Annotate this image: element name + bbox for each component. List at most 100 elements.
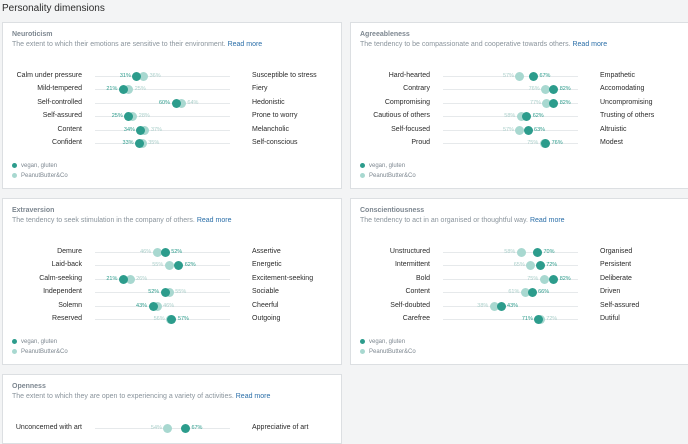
dimension-row: Content 34% 37% Melancholic [3, 124, 341, 136]
trait-label-high: Empathetic [600, 72, 636, 79]
trait-track: 43% 38% [443, 301, 578, 311]
trait-label-high: Self-conscious [252, 139, 298, 146]
read-more-link[interactable]: Read more [236, 393, 271, 400]
peanutbutter-marker [164, 261, 174, 271]
read-more-link[interactable]: Read more [530, 217, 565, 224]
trait-label-high: Accomodating [600, 85, 645, 93]
trait-track: 43% 46% [95, 301, 230, 311]
peanutbutter-percent: 35% [148, 140, 160, 146]
dimension-row: Unconcerned with art 67% 54% Appreciative o… [3, 422, 341, 434]
card-extraversion: Extraversion The tendency to seek stimul… [2, 198, 342, 365]
trait-label-high: Excitement-seeking [252, 274, 314, 282]
vegan-marker [180, 424, 190, 433]
peanutbutter-percent: 28% [138, 113, 150, 120]
dimension-row: Reserved 57% 56% Outgoing [3, 313, 341, 325]
trait-label-low: Contrary [403, 85, 430, 93]
peanutbutter-percent: 46% [163, 302, 175, 309]
card-description: The extent to which their emotions are s… [12, 41, 263, 48]
trait-track: 33% 35% [95, 139, 230, 148]
vegan-percent: 33% [122, 140, 134, 146]
page-title: Personality dimensions [2, 3, 105, 14]
trait-track: 62% 55% [95, 261, 230, 271]
legend-label-vegan: vegan, gluten [21, 163, 58, 170]
legend-dot-peanut [360, 349, 365, 355]
trait-label-low: Content [57, 125, 82, 133]
legend: vegan, gluten PeanutButter&Co [12, 163, 68, 179]
legend-label-peanut: PeanutButter&Co [21, 349, 68, 356]
trait-label-low: Demure [57, 248, 82, 255]
legend-dot-peanut [360, 173, 365, 179]
dimension-row: Cautious of others 62% 58% Trusting of othe… [351, 110, 688, 122]
dimension-row: Calm-seeking 21% 26% Excitement-seeking [3, 273, 341, 285]
peanutbutter-percent: 26% [136, 275, 148, 282]
legend-dot-vegan [12, 339, 17, 344]
peanutbutter-marker [163, 424, 173, 433]
trait-track: 67% 57% [443, 72, 578, 81]
trait-label-low: Cautious of others [373, 112, 430, 120]
vegan-marker [496, 301, 506, 311]
trait-label-low: Bold [415, 274, 430, 282]
card-title: Conscientiousness [360, 207, 425, 214]
dimension-row: Mild-tempered 21% 25% Fiery [3, 83, 341, 95]
legend-label-vegan: vegan, gluten [21, 339, 58, 346]
legend-dot-vegan [360, 163, 365, 168]
trait-label-low: Calm under pressure [16, 72, 82, 79]
trait-label-low: Carefree [402, 315, 430, 322]
vegan-percent: 76% [551, 140, 563, 146]
trait-label-high: Altruistic [600, 125, 627, 133]
legend-dot-vegan [12, 163, 17, 168]
card-description: The tendency to be compassionate and coo… [360, 41, 608, 48]
card-title: Openness [12, 383, 46, 390]
trait-label-high: Fiery [252, 85, 268, 93]
dimension-row: Unstructured 70% 58% Organised [351, 246, 688, 258]
peanutbutter-percent: 38% [477, 302, 489, 309]
trait-label-low: Solemn [58, 301, 82, 309]
peanutbutter-percent: 75% [527, 140, 539, 146]
card-conscientiousness: Conscientiousness The tendency to act in… [350, 198, 688, 365]
peanutbutter-percent: 46% [140, 249, 152, 255]
trait-track: 67% 54% [95, 424, 230, 433]
dimension-row: Solemn 43% 46% Cheerful [3, 300, 341, 312]
dimension-row: Self-assured 25% 28% Prone to worry [3, 110, 341, 122]
trait-label-high: Trusting of others [600, 112, 655, 120]
trait-label-low: Unstructured [389, 248, 430, 255]
trait-track: 66% 61% [443, 288, 578, 298]
trait-label-low: Self-controlled [37, 98, 82, 106]
trait-track: 21% 26% [95, 274, 230, 284]
dimension-row: Carefree 71% 72% Dutiful [351, 313, 688, 325]
vegan-marker [527, 288, 537, 298]
trait-label-high: Appreciative of art [252, 424, 309, 431]
trait-label-high: Hedonistic [252, 98, 285, 106]
peanutbutter-marker [515, 72, 525, 81]
trait-label-high: Uncompromising [600, 98, 653, 106]
dimension-row: Proud 76% 75% Modest [351, 137, 688, 149]
trait-label-high: Assertive [252, 248, 281, 255]
dimension-row: Independent 52% 55% Sociable [3, 286, 341, 298]
vegan-marker [167, 315, 177, 324]
trait-label-high: Outgoing [252, 315, 281, 322]
vegan-marker [541, 139, 551, 148]
trait-label-low: Calm-seeking [39, 274, 82, 282]
trait-label-low: Intermittent [394, 261, 430, 269]
vegan-marker [549, 274, 559, 284]
read-more-link[interactable]: Read more [197, 217, 232, 224]
vegan-marker [533, 248, 542, 257]
read-more-link[interactable]: Read more [228, 41, 263, 48]
peanutbutter-percent: 75% [527, 275, 539, 282]
card-neuroticism: Neuroticism The extent to which their em… [2, 22, 342, 189]
trait-label-high: Cheerful [252, 301, 279, 309]
peanutbutter-percent: 58% [504, 113, 516, 120]
dimension-row: Content 66% 61% Driven [351, 286, 688, 298]
card-title: Extraversion [12, 207, 55, 214]
read-more-link[interactable]: Read more [572, 41, 607, 48]
trait-label-low: Self-doubted [390, 301, 430, 309]
trait-label-high: Susceptible to stress [252, 72, 317, 79]
vegan-marker [135, 139, 145, 148]
legend-label-peanut: PeanutButter&Co [369, 349, 416, 356]
peanutbutter-percent: 54% [150, 425, 162, 431]
peanutbutter-marker [539, 274, 549, 284]
peanutbutter-percent: 55% [152, 262, 164, 269]
dimension-row: Self-focused 63% 57% Altruistic [351, 124, 688, 136]
trait-label-high: Energetic [252, 261, 282, 269]
trait-track: 34% 37% [95, 125, 230, 135]
